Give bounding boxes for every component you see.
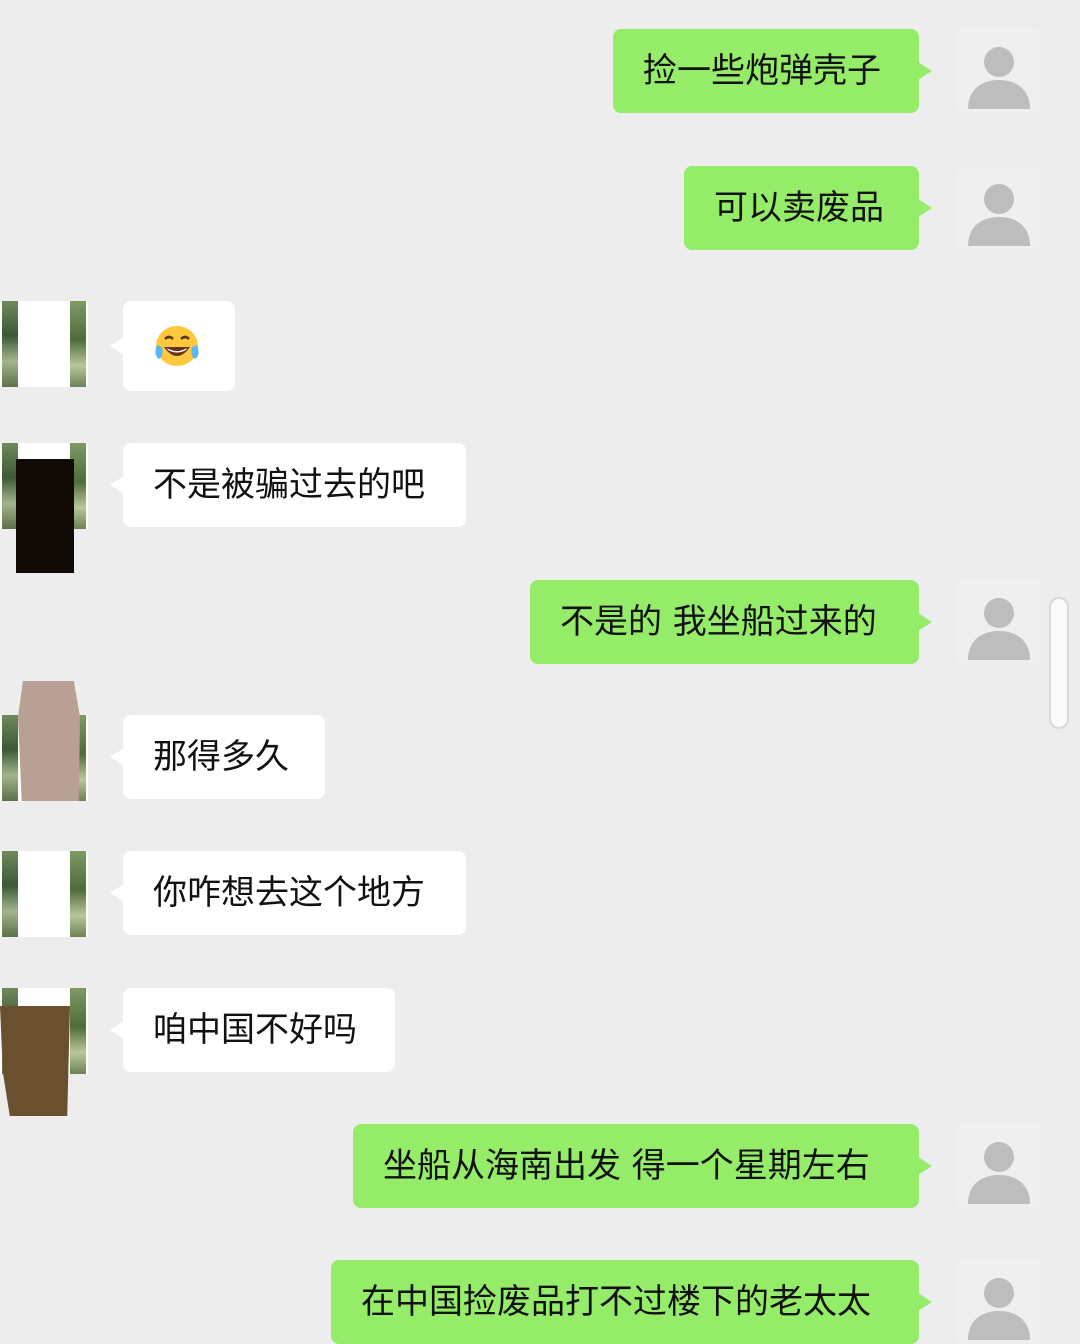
avatar-photo-edge: [2, 301, 18, 387]
message-bubble-incoming[interactable]: [110, 301, 235, 391]
chat-message-list[interactable]: 捡一些炮弹壳子 可以卖废品 不是被骗过去的吧 不是的 我坐船过来的 那得多久 你…: [0, 0, 1080, 1344]
message-text: 不是的 我坐船过来的: [560, 602, 877, 642]
message-text: 坐船从海南出发 得一个星期左右: [383, 1146, 870, 1186]
own-avatar[interactable]: [957, 580, 1041, 664]
contact-avatar[interactable]: [0, 301, 88, 387]
default-user-avatar-icon: [968, 598, 1030, 660]
message-bubble-outgoing[interactable]: 可以卖废品: [684, 166, 932, 250]
message-bubble-outgoing[interactable]: 在中国捡废品打不过楼下的老太太: [331, 1260, 932, 1344]
default-user-avatar-icon: [968, 184, 1030, 246]
message-bubble-outgoing[interactable]: 捡一些炮弹壳子: [613, 29, 932, 113]
default-user-avatar-icon: [968, 1278, 1030, 1340]
redaction-block: [16, 459, 74, 573]
default-user-avatar-icon: [968, 47, 1030, 109]
message-text: 在中国捡废品打不过楼下的老太太: [361, 1282, 871, 1322]
message-text: 不是被骗过去的吧: [153, 465, 425, 505]
avatar-photo-edge: [2, 715, 18, 801]
message-bubble-incoming[interactable]: 那得多久: [110, 715, 325, 799]
own-avatar[interactable]: [957, 1260, 1041, 1344]
tears-of-joy-emoji-icon: [155, 326, 199, 366]
redaction-block: [18, 681, 80, 801]
scrollbar-thumb[interactable]: [1049, 597, 1069, 729]
avatar-photo-edge: [70, 988, 86, 1074]
message-bubble-incoming[interactable]: 不是被骗过去的吧: [110, 443, 466, 527]
avatar-photo-edge: [70, 301, 86, 387]
own-avatar[interactable]: [957, 166, 1041, 250]
contact-avatar[interactable]: [0, 851, 88, 937]
message-bubble-incoming[interactable]: 你咋想去这个地方: [110, 851, 466, 935]
message-text: 捡一些炮弹壳子: [643, 51, 881, 91]
avatar-photo-edge: [2, 851, 18, 937]
message-bubble-outgoing[interactable]: 不是的 我坐船过来的: [530, 580, 932, 664]
own-avatar[interactable]: [957, 29, 1041, 113]
own-avatar[interactable]: [957, 1124, 1041, 1208]
message-text: 咱中国不好吗: [153, 1010, 357, 1050]
message-text: 可以卖废品: [714, 188, 884, 228]
redaction-block: [0, 1006, 70, 1116]
message-text: 那得多久: [153, 737, 289, 777]
avatar-photo-edge: [70, 851, 86, 937]
message-bubble-incoming[interactable]: 咱中国不好吗: [110, 988, 395, 1072]
default-user-avatar-icon: [968, 1142, 1030, 1204]
message-text: 你咋想去这个地方: [153, 873, 425, 913]
message-bubble-outgoing[interactable]: 坐船从海南出发 得一个星期左右: [353, 1124, 932, 1208]
